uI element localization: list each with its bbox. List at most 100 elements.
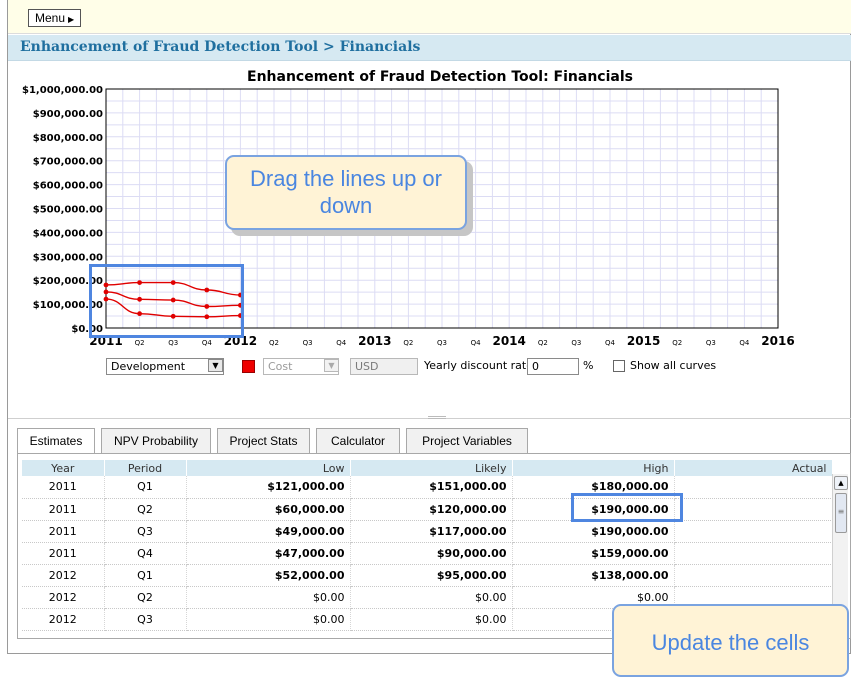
cell-high[interactable]: $138,000.00 — [512, 564, 675, 587]
x-tick-label: Q2 — [269, 339, 279, 347]
cell-low[interactable]: $52,000.00 — [186, 564, 351, 587]
cell-year: 2011 — [22, 542, 105, 565]
x-tick-label: 2016 — [761, 334, 794, 348]
cell-likely[interactable]: $95,000.00 — [350, 564, 513, 587]
cell-period: Q2 — [104, 498, 187, 521]
y-tick-label: $500,000.00 — [33, 205, 103, 216]
column-header-period[interactable]: Period — [104, 460, 187, 476]
y-tick-label: $1,000,000.00 — [22, 85, 103, 96]
y-tick-label: $800,000.00 — [33, 133, 103, 144]
currency-value: USD — [355, 360, 379, 373]
phase-select[interactable]: Development — [106, 358, 224, 375]
x-tick-label: Q4 — [336, 339, 347, 347]
cell-low[interactable]: $60,000.00 — [186, 498, 351, 521]
discount-rate-input[interactable]: 0 — [527, 358, 579, 375]
column-header-actual[interactable]: Actual — [674, 460, 833, 476]
y-tick-label: $700,000.00 — [33, 157, 103, 168]
x-tick-label: Q3 — [303, 339, 313, 347]
highlight-lines-box — [89, 264, 244, 338]
x-tick-label: Q2 — [135, 339, 145, 347]
scroll-up-icon[interactable]: ▲ — [834, 476, 848, 490]
x-tick-label: Q4 — [202, 339, 213, 347]
chevron-down-icon[interactable]: ▼ — [208, 359, 223, 372]
table-header-row: Year Period Low Likely High Actual — [22, 460, 833, 476]
tab-project-variables[interactable]: Project Variables — [406, 428, 528, 453]
cell-year: 2012 — [22, 586, 105, 609]
column-header-low[interactable]: Low — [186, 460, 351, 476]
cell-period: Q3 — [104, 520, 187, 543]
cell-low[interactable]: $47,000.00 — [186, 542, 351, 565]
cell-low[interactable]: $0.00 — [186, 608, 351, 631]
x-tick-label: Q3 — [571, 339, 581, 347]
cell-year: 2011 — [22, 520, 105, 543]
y-tick-label: $400,000.00 — [33, 228, 103, 239]
y-tick-label: $600,000.00 — [33, 181, 103, 192]
cell-period: Q4 — [104, 542, 187, 565]
highlight-cell-box — [571, 493, 683, 522]
percent-label: % — [583, 359, 594, 372]
drag-lines-callout: Drag the lines up or down — [225, 155, 467, 230]
cell-actual[interactable] — [674, 520, 833, 543]
cell-actual[interactable] — [674, 476, 833, 499]
x-tick-label: 2013 — [358, 334, 391, 348]
cell-likely[interactable]: $0.00 — [350, 608, 513, 631]
cell-high[interactable]: $159,000.00 — [512, 542, 675, 565]
cell-period: Q1 — [104, 564, 187, 587]
show-all-curves-label: Show all curves — [630, 359, 717, 372]
cell-period: Q2 — [104, 586, 187, 609]
tab-npv-probability[interactable]: NPV Probability — [101, 428, 211, 453]
scroll-thumb[interactable]: ≡ — [835, 493, 847, 533]
cell-likely[interactable]: $151,000.00 — [350, 476, 513, 499]
x-tick-label: Q4 — [471, 339, 482, 347]
y-tick-label: $900,000.00 — [33, 109, 103, 120]
table-row: 2011 Q4 $47,000.00 $90,000.00 $159,000.0… — [22, 542, 833, 565]
cell-year: 2011 — [22, 498, 105, 521]
currency-field: USD — [350, 358, 418, 375]
cell-year: 2011 — [22, 476, 105, 499]
tab-project-stats[interactable]: Project Stats — [217, 428, 310, 453]
cell-actual[interactable] — [674, 498, 833, 521]
measure-value: Cost — [268, 360, 293, 373]
x-tick-label: 2014 — [492, 334, 525, 348]
x-tick-label: Q3 — [706, 339, 716, 347]
cell-period: Q3 — [104, 608, 187, 631]
table-row: 2011 Q2 $60,000.00 $120,000.00 $190,000.… — [22, 498, 833, 521]
cell-actual[interactable] — [674, 564, 833, 587]
x-tick-label: Q4 — [739, 339, 750, 347]
discount-rate-label: Yearly discount rate — [424, 359, 533, 372]
discount-rate-value: 0 — [532, 360, 539, 373]
cell-likely[interactable]: $0.00 — [350, 586, 513, 609]
x-tick-label: Q2 — [672, 339, 682, 347]
column-header-high[interactable]: High — [512, 460, 675, 476]
x-tick-label: 2015 — [627, 334, 660, 348]
table-row: 2011 Q3 $49,000.00 $117,000.00 $190,000.… — [22, 520, 833, 543]
table-row: 2012 Q1 $52,000.00 $95,000.00 $138,000.0… — [22, 564, 833, 587]
cell-likely[interactable]: $117,000.00 — [350, 520, 513, 543]
cell-low[interactable]: $121,000.00 — [186, 476, 351, 499]
show-all-curves-checkbox[interactable] — [613, 360, 625, 372]
tab-estimates[interactable]: Estimates — [17, 428, 95, 455]
cell-likely[interactable]: $120,000.00 — [350, 498, 513, 521]
y-tick-label: $300,000.00 — [33, 252, 103, 263]
tab-calculator[interactable]: Calculator — [316, 428, 400, 453]
column-header-likely[interactable]: Likely — [350, 460, 513, 476]
cell-low[interactable]: $0.00 — [186, 586, 351, 609]
cell-high[interactable]: $190,000.00 — [512, 520, 675, 543]
column-header-year[interactable]: Year — [22, 460, 105, 476]
chevron-down-icon[interactable]: ▼ — [324, 359, 339, 372]
splitter-handle[interactable] — [428, 416, 446, 419]
x-tick-label: Q3 — [437, 339, 447, 347]
x-tick-label: Q3 — [168, 339, 178, 347]
cell-actual[interactable] — [674, 542, 833, 565]
x-tick-label: Q2 — [538, 339, 548, 347]
table-row: 2011 Q1 $121,000.00 $151,000.00 $180,000… — [22, 476, 833, 499]
cell-likely[interactable]: $90,000.00 — [350, 542, 513, 565]
cell-low[interactable]: $49,000.00 — [186, 520, 351, 543]
x-tick-label: Q2 — [403, 339, 413, 347]
series-color-swatch[interactable] — [242, 360, 255, 373]
phase-value: Development — [111, 360, 186, 373]
cell-year: 2012 — [22, 564, 105, 587]
x-tick-label: Q4 — [605, 339, 616, 347]
update-cells-callout: Update the cells — [612, 604, 849, 677]
cell-period: Q1 — [104, 476, 187, 499]
